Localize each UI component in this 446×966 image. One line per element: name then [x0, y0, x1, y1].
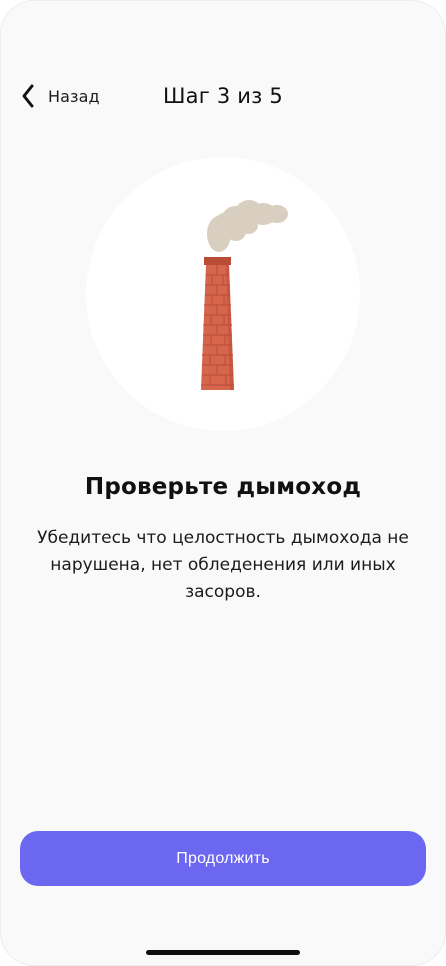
- header: Назад Шаг 3 из 5: [0, 80, 446, 112]
- chimney-illustration: [86, 157, 360, 431]
- chimney-smoke-icon: [201, 200, 288, 390]
- headline: Проверьте дымоход: [84, 474, 362, 500]
- onboarding-screen: Назад Шаг 3 из 5 Проверьте дымоход Убеди…: [0, 0, 446, 966]
- step-indicator: Шаг 3 из 5: [163, 84, 283, 108]
- continue-button[interactable]: Продолжить: [20, 831, 426, 886]
- description: Убедитесь что целостность дымохода не на…: [37, 528, 409, 602]
- home-indicator: [146, 950, 300, 955]
